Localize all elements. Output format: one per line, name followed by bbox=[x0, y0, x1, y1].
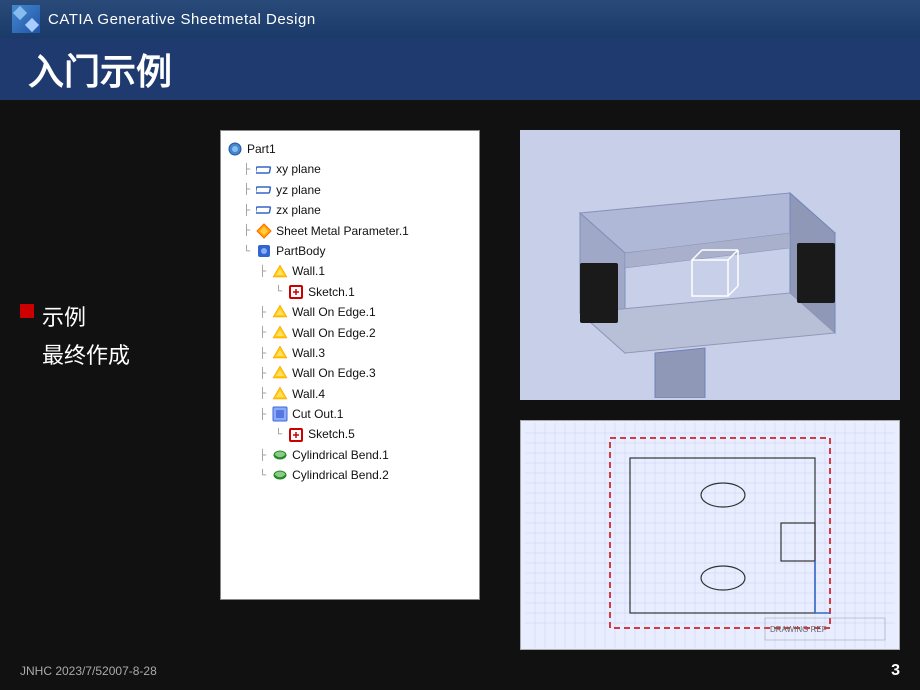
tree-item-label: Wall.4 bbox=[292, 384, 325, 404]
wall-on-edge-icon bbox=[272, 365, 288, 381]
tree-connector: └ bbox=[275, 283, 282, 300]
list-item: ├ yz plane bbox=[227, 180, 473, 200]
2d-drawing-view: DRAWING REF bbox=[520, 420, 900, 650]
list-item: ├ Wall.3 bbox=[227, 343, 473, 363]
tree-item-label: Wall On Edge.3 bbox=[292, 363, 376, 383]
page-number: 3 bbox=[891, 662, 900, 680]
tree-item-label: Cylindrical Bend.1 bbox=[292, 445, 389, 465]
list-item: ├ xy plane bbox=[227, 159, 473, 179]
tree-item-label: PartBody bbox=[276, 241, 325, 261]
tree-connector: ├ bbox=[243, 222, 250, 239]
tree-connector: ├ bbox=[259, 365, 266, 382]
cutout-icon bbox=[272, 406, 288, 422]
plane-icon bbox=[256, 182, 272, 198]
3d-model-svg bbox=[525, 133, 895, 398]
tree-connector: ├ bbox=[243, 181, 250, 198]
list-item: ├ zx plane bbox=[227, 200, 473, 220]
list-item: ├ Cut Out.1 bbox=[227, 404, 473, 424]
tree-item-label: xy plane bbox=[276, 159, 321, 179]
tree-item-label: Wall On Edge.2 bbox=[292, 323, 376, 343]
cylindrical-bend-icon bbox=[272, 467, 288, 483]
bullet-icon bbox=[20, 304, 34, 318]
tree-connector: ├ bbox=[259, 447, 266, 464]
tree-item-label: Cut Out.1 bbox=[292, 404, 343, 424]
2d-drawing-svg: DRAWING REF bbox=[525, 423, 895, 648]
wall-on-edge-icon bbox=[272, 325, 288, 341]
list-item: ├ Wall.1 bbox=[227, 261, 473, 281]
tree-item-label: Cylindrical Bend.2 bbox=[292, 465, 389, 485]
tree-connector: ├ bbox=[259, 385, 266, 402]
header-bar: CATIA Generative Sheetmetal Design bbox=[0, 0, 920, 38]
footer: JNHC 2023/7/52007-8-28 3 bbox=[20, 662, 900, 680]
tree-item-label: Wall.3 bbox=[292, 343, 325, 363]
wall-icon bbox=[272, 264, 288, 280]
tree-connector: ├ bbox=[259, 263, 266, 280]
left-panel: 示例 最终作成 bbox=[20, 300, 220, 370]
tree-item-label: zx plane bbox=[276, 200, 321, 220]
list-item: ├ Sheet Metal Parameter.1 bbox=[227, 221, 473, 241]
app-logo bbox=[12, 5, 40, 33]
cylindrical-bend-icon bbox=[272, 447, 288, 463]
tree-connector: └ bbox=[275, 426, 282, 443]
plane-icon bbox=[256, 202, 272, 218]
sketch-icon bbox=[288, 427, 304, 443]
feature-tree[interactable]: Part1 ├ xy plane ├ yz plane ├ bbox=[220, 130, 480, 600]
page-title: 入门示例 bbox=[28, 43, 172, 95]
list-item: └ Cylindrical Bend.2 bbox=[227, 465, 473, 485]
list-item: Part1 bbox=[227, 139, 473, 159]
tree-item-label: Wall On Edge.1 bbox=[292, 302, 376, 322]
wall-icon bbox=[272, 386, 288, 402]
list-item: ├ Cylindrical Bend.1 bbox=[227, 445, 473, 465]
tree-connector: ├ bbox=[259, 324, 266, 341]
list-item: ├ Wall.4 bbox=[227, 384, 473, 404]
tree-connector: ├ bbox=[259, 345, 266, 362]
bullet-label: 示例 bbox=[42, 300, 86, 332]
3d-model-view bbox=[520, 130, 900, 400]
tree-item-label: Sheet Metal Parameter.1 bbox=[276, 221, 409, 241]
list-item: └ Sketch.5 bbox=[227, 424, 473, 444]
footer-text: JNHC 2023/7/52007-8-28 bbox=[20, 664, 157, 678]
plane-icon bbox=[256, 162, 272, 178]
bullet-item: 示例 bbox=[20, 300, 220, 332]
sheetmetal-icon bbox=[256, 223, 272, 239]
tree-item-label: Sketch.5 bbox=[308, 424, 355, 444]
tree-item-label: yz plane bbox=[276, 180, 321, 200]
sketch-icon bbox=[288, 284, 304, 300]
list-item: ├ Wall On Edge.1 bbox=[227, 302, 473, 322]
list-item: ├ Wall On Edge.3 bbox=[227, 363, 473, 383]
tree-connector: ├ bbox=[243, 161, 250, 178]
title-section: 入门示例 bbox=[0, 38, 920, 100]
tree-connector: ├ bbox=[243, 202, 250, 219]
wall-on-edge-icon bbox=[272, 304, 288, 320]
tree-connector: └ bbox=[259, 467, 266, 484]
tree-connector: ├ bbox=[259, 304, 266, 321]
app-title: CATIA Generative Sheetmetal Design bbox=[48, 11, 316, 28]
wall-icon bbox=[272, 345, 288, 361]
partbody-icon bbox=[256, 243, 272, 259]
list-item: └ Sketch.1 bbox=[227, 282, 473, 302]
main-content: 示例 最终作成 Part1 ├ xy plane bbox=[0, 100, 920, 690]
sub-label: 最终作成 bbox=[42, 338, 220, 370]
tree-item-label: Sketch.1 bbox=[308, 282, 355, 302]
tree-connector: └ bbox=[243, 243, 250, 260]
list-item: ├ Wall On Edge.2 bbox=[227, 323, 473, 343]
tree-connector: ├ bbox=[259, 406, 266, 423]
part-icon bbox=[227, 141, 243, 157]
tree-item-label: Wall.1 bbox=[292, 261, 325, 281]
tree-item-label: Part1 bbox=[247, 139, 276, 159]
list-item: └ PartBody bbox=[227, 241, 473, 261]
svg-text:DRAWING REF: DRAWING REF bbox=[770, 625, 827, 634]
